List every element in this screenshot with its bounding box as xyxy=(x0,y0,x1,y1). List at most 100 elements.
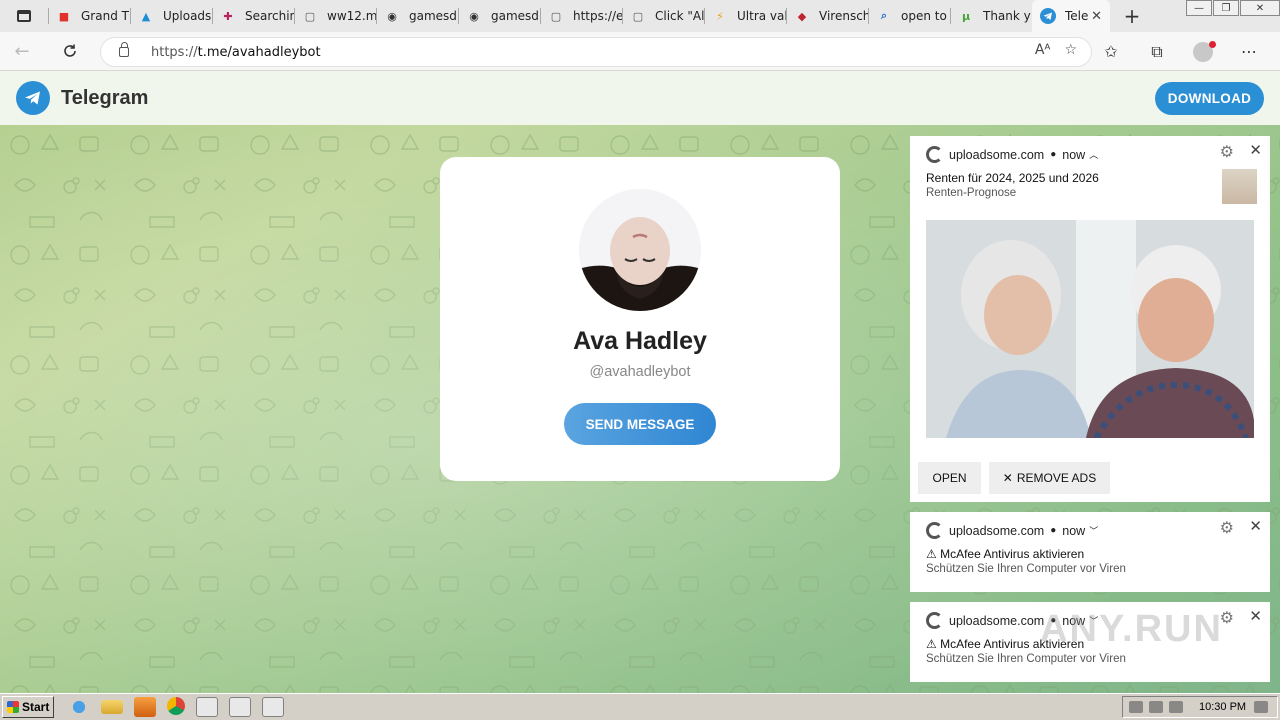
notification-time: now xyxy=(1062,523,1086,538)
notification-header: uploadsome.com ● now ︿ xyxy=(926,146,1098,163)
browser-toolbar: ✩ ⧉ ⋯ xyxy=(1088,32,1272,71)
quick-launch xyxy=(68,697,295,717)
collections-icon[interactable]: ⧉ xyxy=(1134,42,1180,62)
tab-item[interactable]: ◉ gamesd xyxy=(376,0,458,32)
tab-title: Grand Th xyxy=(81,9,130,23)
lock-icon[interactable] xyxy=(119,42,129,57)
search-icon: ⌕ xyxy=(880,9,888,22)
profile-avatar[interactable] xyxy=(1193,40,1216,62)
system-tray: 10:30 PM xyxy=(1122,696,1278,718)
profile-photo xyxy=(579,189,701,311)
tab-item[interactable]: ■ Grand Th xyxy=(48,0,130,32)
close-tab-icon[interactable]: ✕ xyxy=(1091,9,1102,24)
folder-icon[interactable] xyxy=(101,700,123,714)
window-close-button[interactable]: ✕ xyxy=(1240,0,1280,16)
tab-title: Thank y xyxy=(983,9,1031,23)
edge-icon xyxy=(926,522,943,539)
close-icon[interactable]: ✕ xyxy=(1249,607,1262,625)
ie-icon[interactable] xyxy=(68,697,90,717)
back-button[interactable]: ← xyxy=(0,32,44,71)
profile-name: Ava Hadley xyxy=(573,327,707,355)
tab-item[interactable]: ⚡ Ultra val xyxy=(704,0,786,32)
address-bar[interactable]: https://t.me/avahadleybot Aᴬ ☆ xyxy=(100,37,1092,67)
utorrent-icon[interactable] xyxy=(262,697,284,717)
notification-subtitle: Renten-Prognose xyxy=(926,187,1017,199)
volume-icon[interactable] xyxy=(1129,701,1143,713)
tab-actions-button[interactable] xyxy=(0,0,48,32)
tab-item[interactable]: ▲ Uploads xyxy=(130,0,212,32)
chevron-down-icon[interactable]: ﹀ xyxy=(1089,524,1098,537)
tab-item[interactable]: ◉ gamesd xyxy=(458,0,540,32)
gear-icon[interactable]: ⚙ xyxy=(1220,518,1234,538)
chrome-icon[interactable] xyxy=(167,697,185,715)
tab-item[interactable]: ▢ ww12.m xyxy=(294,0,376,32)
notification-time: now xyxy=(1062,147,1086,162)
open-button[interactable]: OPEN xyxy=(918,462,981,494)
notification-thumbnail xyxy=(1222,169,1257,204)
profile-username: @avahadleybot xyxy=(589,364,691,380)
chevron-up-icon[interactable]: ︿ xyxy=(1089,148,1098,161)
add-favorite-icon[interactable]: ☆ xyxy=(1064,42,1077,58)
maximize-button[interactable]: ❐ xyxy=(1213,0,1239,16)
tab-item[interactable]: ▢ Click "Al xyxy=(622,0,704,32)
notification-title: Renten für 2024, 2025 und 2026 xyxy=(926,171,1099,185)
start-button[interactable]: Start xyxy=(2,696,54,718)
tab-title: gamesd xyxy=(409,9,457,23)
tab-item[interactable]: ◆ Virensch xyxy=(786,0,868,32)
flag-icon[interactable] xyxy=(1169,701,1183,713)
tab-item[interactable]: ⌕ open to xyxy=(868,0,950,32)
telegram-icon xyxy=(1040,8,1056,24)
tab-item[interactable]: ✚ Searchin xyxy=(212,0,294,32)
close-icon[interactable]: ✕ xyxy=(1249,141,1262,159)
show-desktop-icon[interactable] xyxy=(1254,701,1269,713)
bolt-icon: ⚡ xyxy=(716,9,724,23)
tab-title: Virensch xyxy=(819,9,868,23)
close-icon: ✕ xyxy=(1002,471,1013,485)
tab-telegram[interactable]: Tele ✕ xyxy=(1032,0,1110,32)
notification-header: uploadsome.com ● now ﹀ xyxy=(926,522,1098,539)
new-tab-button[interactable]: + xyxy=(1110,4,1154,28)
edge-icon xyxy=(926,146,943,163)
close-icon[interactable]: ✕ xyxy=(1249,517,1262,535)
more-menu-icon[interactable]: ⋯ xyxy=(1226,42,1272,61)
windows-logo-icon xyxy=(7,701,19,713)
notification-ad[interactable]: uploadsome.com ● now ︿ ⚙ ✕ Renten für 20… xyxy=(910,136,1270,502)
taskbar: Start 10:30 PM xyxy=(0,693,1280,720)
page-icon: ▢ xyxy=(550,9,562,23)
upload-icon: ▲ xyxy=(141,9,151,23)
tab-item[interactable]: ▢ https://e xyxy=(540,0,622,32)
tab-title: open to xyxy=(901,9,947,23)
refresh-button[interactable] xyxy=(48,32,92,71)
minimize-button[interactable]: — xyxy=(1186,0,1212,16)
tab-title: https://e xyxy=(573,9,622,23)
gear-icon[interactable]: ⚙ xyxy=(1220,142,1234,162)
edge-icon xyxy=(926,612,943,629)
tab-item[interactable]: μ Thank y xyxy=(950,0,1032,32)
read-aloud-icon[interactable]: Aᴬ xyxy=(1035,42,1051,58)
notepad-icon[interactable] xyxy=(229,697,251,717)
network-icon[interactable] xyxy=(1149,701,1163,713)
tab-title: Searchin xyxy=(245,9,294,23)
clock[interactable]: 10:30 PM xyxy=(1199,701,1246,713)
notification-mcafee[interactable]: uploadsome.com ● now ﹀ ⚙ ✕ ⚠ McAfee Anti… xyxy=(910,512,1270,592)
start-label: Start xyxy=(22,700,50,714)
notification-subtitle: Schützen Sie Ihren Computer vor Viren xyxy=(926,653,1126,665)
favorites-icon[interactable]: ✩ xyxy=(1088,42,1134,61)
tab-title: gamesd xyxy=(491,9,539,23)
tab-title: ww12.m xyxy=(327,9,376,23)
telegram-logo-icon[interactable] xyxy=(16,81,50,115)
edge-icon[interactable] xyxy=(196,697,218,717)
notification-subtitle: Schützen Sie Ihren Computer vor Viren xyxy=(926,563,1126,575)
media-player-icon[interactable] xyxy=(134,697,156,717)
profile-card: Ava Hadley @avahadleybot SEND MESSAGE xyxy=(440,157,840,481)
tab-strip: ■ Grand Th ▲ Uploads ✚ Searchin ▢ ww12.m ◉ gamesd… xyxy=(0,0,1280,32)
notification-image xyxy=(926,220,1254,440)
download-button[interactable]: DOWNLOAD xyxy=(1155,82,1264,115)
telegram-brand[interactable]: Telegram xyxy=(61,87,148,110)
send-message-button[interactable]: SEND MESSAGE xyxy=(564,403,716,445)
remove-ads-button[interactable]: ✕ REMOVE ADS xyxy=(989,462,1110,494)
remove-ads-label: REMOVE ADS xyxy=(1016,471,1097,485)
notification-title: ⚠ McAfee Antivirus aktivieren xyxy=(926,547,1085,561)
telegram-header: Telegram DOWNLOAD xyxy=(0,71,1280,125)
gamepad-icon: ◉ xyxy=(387,9,397,23)
